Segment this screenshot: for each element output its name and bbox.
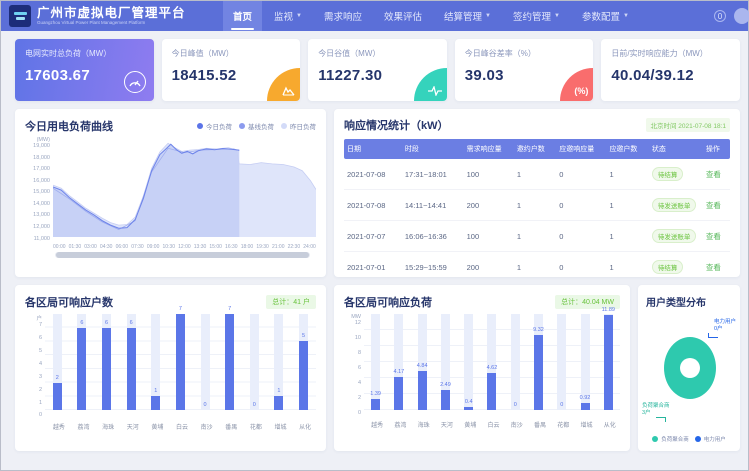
view-link[interactable]: 查看 xyxy=(706,263,721,272)
main-content: 电网实时总负荷（MW） 17603.67 今日峰值（MW） 18415.52 今… xyxy=(1,31,748,451)
bar-白云[interactable]: 4.62 xyxy=(487,314,496,410)
load-curve-chart: (MW) 19,00018,00017,00016,00015,00014,00… xyxy=(25,137,316,242)
district-users-title: 各区局可响应户数 xyxy=(25,294,113,310)
brand: 广州市虚拟电厂管理平台 Guangzhou Virtual Power Plan… xyxy=(9,5,217,27)
kpi-value: 40.04/39.12 xyxy=(611,67,730,84)
bar-越秀[interactable]: 2 xyxy=(53,314,62,410)
kpi-card-peak-valley-rate: 今日峰谷差率（%） 39.03 (%) xyxy=(455,39,594,101)
status-badge: 待发送账单 xyxy=(652,229,697,243)
bar-越秀[interactable]: 1.39 xyxy=(371,314,380,410)
kpi-label: 今日谷值（MW） xyxy=(318,48,437,59)
user-type-legend: 负荷聚合商 电力用户 xyxy=(638,435,740,443)
bar-天河[interactable]: 6 xyxy=(127,314,136,410)
gauge-icon xyxy=(124,71,146,93)
load-curve-legend: 今日负荷基线负荷昨日负荷 xyxy=(197,121,316,131)
nav-item-contract[interactable]: 签约管理▼ xyxy=(503,1,570,31)
response-table-card: 响应情况统计（kW） 北京时间 2021-07-08 18:1 日期时段需求响应… xyxy=(334,109,740,277)
top-navbar: 广州市虚拟电厂管理平台 Guangzhou Virtual Power Plan… xyxy=(1,1,748,31)
response-table-title: 响应情况统计（kW） xyxy=(344,117,449,133)
load-curve-card: 今日用电负荷曲线 今日负荷基线负荷昨日负荷 (MW) 19,00018,0001… xyxy=(15,109,326,277)
bar-黄埔[interactable]: 1 xyxy=(151,314,160,410)
topbar-right: 0 xyxy=(714,8,740,24)
app-subtitle: Guangzhou Virtual Power Plant Management… xyxy=(37,20,186,26)
callout-aggregator: 负荷聚合商 3户 xyxy=(642,403,670,422)
bar-荔湾[interactable]: 4.17 xyxy=(394,314,403,410)
table-row: 2021-07-0814:11~14:41200101待发送账单查看 xyxy=(344,190,730,221)
kpi-card-today-peak: 今日峰值（MW） 18415.52 xyxy=(162,39,301,101)
notification-badge[interactable]: 0 xyxy=(714,10,726,22)
x-axis-ticks: 00:0001:3003:0004:3006:0007:3009:0010:30… xyxy=(53,244,316,250)
district-load-title: 各区局可响应负荷 xyxy=(344,294,432,310)
bar-南沙[interactable]: 0 xyxy=(201,314,210,410)
user-type-donut xyxy=(664,337,716,399)
load-curve-title: 今日用电负荷曲线 xyxy=(25,118,113,134)
user-type-title: 用户类型分布 xyxy=(646,294,732,309)
load-curve-plot xyxy=(53,137,316,237)
nav-item-settlement[interactable]: 结算管理▼ xyxy=(434,1,501,31)
kpi-label: 电网实时总负荷（MW） xyxy=(25,48,144,59)
district-users-card: 各区局可响应户数 总计：41 户 户7654321026661707015越秀荔… xyxy=(15,285,326,451)
table-row: 2021-07-0115:29~15:59200101待结算查看 xyxy=(344,252,730,278)
y-axis-ticks: 19,00018,00017,00016,00015,00014,00013,0… xyxy=(33,144,50,242)
bar-花都[interactable]: 0 xyxy=(250,314,259,410)
middle-row: 今日用电负荷曲线 今日负荷基线负荷昨日负荷 (MW) 19,00018,0001… xyxy=(15,109,740,277)
kpi-label: 今日峰值（MW） xyxy=(172,48,291,59)
kpi-card-response-capacity: 日前/实时响应能力（MW） 40.04/39.12 xyxy=(601,39,740,101)
view-link[interactable]: 查看 xyxy=(706,170,721,179)
kpi-label: 今日峰谷差率（%） xyxy=(465,48,584,59)
chart-zoom-scrollbar[interactable] xyxy=(55,252,310,258)
kpi-card-today-valley: 今日谷值（MW） 11227.30 xyxy=(308,39,447,101)
bar-天河[interactable]: 2.49 xyxy=(441,314,450,410)
kpi-label: 日前/实时响应能力（MW） xyxy=(611,48,730,59)
bar-从化[interactable]: 11.89 xyxy=(604,314,613,410)
bar-荔湾[interactable]: 6 xyxy=(77,314,86,410)
app-root: 广州市虚拟电厂管理平台 Guangzhou Virtual Power Plan… xyxy=(1,1,748,451)
district-users-total-badge: 总计：41 户 xyxy=(266,295,316,309)
kpi-row: 电网实时总负荷（MW） 17603.67 今日峰值（MW） 18415.52 今… xyxy=(15,39,740,101)
table-row: 2021-07-0817:31~18:01100101待结算查看 xyxy=(344,159,730,190)
district-load-chart: MW1210864201.394.174.842.490.44.6209.320… xyxy=(344,314,620,429)
bar-黄埔[interactable]: 0.4 xyxy=(464,314,473,410)
status-badge: 待结算 xyxy=(652,167,684,181)
response-table: 日期时段需求响应量邀约户数应邀响应量应邀户数状态操作 2021-07-0817:… xyxy=(344,139,730,277)
bar-番禺[interactable]: 9.32 xyxy=(534,314,543,410)
legend-item[interactable]: 今日负荷 xyxy=(197,121,232,131)
status-badge: 待结算 xyxy=(652,260,684,274)
table-row: 2021-07-0716:06~16:36100101待发送账单查看 xyxy=(344,221,730,252)
brand-text: 广州市虚拟电厂管理平台 Guangzhou Virtual Power Plan… xyxy=(37,7,186,26)
bar-白云[interactable]: 7 xyxy=(176,314,185,410)
nav-item-effect-evaluation[interactable]: 效果评估 xyxy=(374,1,432,31)
bar-从化[interactable]: 5 xyxy=(299,314,308,410)
bar-海珠[interactable]: 6 xyxy=(102,314,111,410)
app-logo-icon xyxy=(9,5,31,27)
bar-海珠[interactable]: 4.84 xyxy=(418,314,427,410)
legend-item[interactable]: 基线负荷 xyxy=(239,121,274,131)
bar-南沙[interactable]: 0 xyxy=(511,314,520,410)
legend-item[interactable]: 昨日负荷 xyxy=(281,121,316,131)
beijing-time: 北京时间 2021-07-08 18:1 xyxy=(646,118,730,132)
status-badge: 待发送账单 xyxy=(652,198,697,212)
view-link[interactable]: 查看 xyxy=(706,201,721,210)
bar-增城[interactable]: 0.92 xyxy=(581,314,590,410)
user-type-card: 用户类型分布 电力用户 0户 负荷聚合商 3户 负荷聚合商 电力用户 xyxy=(638,285,740,451)
nav-menu: 首页监视▼需求响应效果评估结算管理▼签约管理▼参数配置▼ xyxy=(223,1,714,31)
district-load-card: 各区局可响应负荷 总计：40.04 MW MW1210864201.394.17… xyxy=(334,285,630,451)
nav-item-demand-response[interactable]: 需求响应 xyxy=(314,1,372,31)
table-header-row: 日期时段需求响应量邀约户数应邀响应量应邀户数状态操作 xyxy=(344,139,730,159)
kpi-card-realtime-total-load: 电网实时总负荷（MW） 17603.67 xyxy=(15,39,154,101)
view-link[interactable]: 查看 xyxy=(706,232,721,241)
bar-番禺[interactable]: 7 xyxy=(225,314,234,410)
bottom-row: 各区局可响应户数 总计：41 户 户7654321026661707015越秀荔… xyxy=(15,285,740,451)
callout-power-user: 电力用户 0户 xyxy=(714,319,736,338)
nav-item-monitoring[interactable]: 监视▼ xyxy=(264,1,312,31)
nav-item-home[interactable]: 首页 xyxy=(223,1,262,31)
nav-item-parameters[interactable]: 参数配置▼ xyxy=(572,1,639,31)
app-title: 广州市虚拟电厂管理平台 xyxy=(37,7,186,20)
bar-增城[interactable]: 1 xyxy=(274,314,283,410)
bar-花都[interactable]: 0 xyxy=(557,314,566,410)
user-avatar[interactable] xyxy=(734,8,749,24)
district-users-chart: 户7654321026661707015越秀荔湾海珠天河黄埔白云南沙番禺花都增城… xyxy=(25,314,316,431)
